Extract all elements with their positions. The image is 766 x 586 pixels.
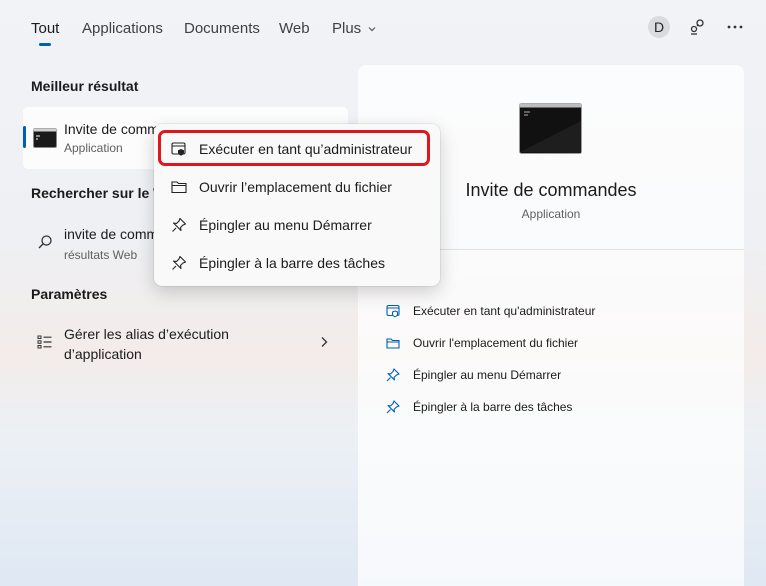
share-icon[interactable]: [686, 16, 708, 38]
command-prompt-icon: [33, 128, 57, 148]
pin-icon: [172, 217, 187, 232]
menu-item-run-as-admin[interactable]: Exécuter en tant qu’administrateur: [162, 132, 432, 166]
command-prompt-large-icon: [519, 103, 582, 154]
chevron-right-icon[interactable]: [320, 336, 328, 348]
menu-item-pin-taskbar-label: Épingler à la barre des tâches: [199, 255, 385, 271]
best-match-heading: Meilleur résultat: [31, 78, 139, 94]
best-result-subtitle: Application: [64, 141, 123, 155]
preview-open-location-label: Ouvrir l'emplacement du fichier: [413, 336, 579, 350]
shield-icon: [171, 142, 186, 156]
tab-web[interactable]: Web: [279, 20, 310, 37]
settings-heading: Paramètres: [31, 286, 108, 302]
preview-run-as-admin[interactable]: Exécuter en tant qu'administrateur: [386, 301, 595, 321]
tab-documents[interactable]: Documents: [184, 20, 260, 37]
tab-more-label: Plus: [332, 20, 362, 37]
search-icon: [38, 235, 52, 249]
preview-run-as-admin-label: Exécuter en tant qu'administrateur: [413, 304, 596, 318]
menu-item-run-as-admin-label: Exécuter en tant qu’administrateur: [199, 141, 413, 157]
pin-icon: [172, 255, 187, 270]
menu-item-open-location[interactable]: Ouvrir l’emplacement du fichier: [162, 170, 432, 204]
context-menu: Exécuter en tant qu’administrateur Ouvri…: [154, 124, 440, 286]
list-settings-icon: [37, 335, 52, 349]
pin-icon: [386, 400, 400, 414]
preview-pin-start[interactable]: Épingler au menu Démarrer: [386, 365, 561, 385]
tab-applications[interactable]: Applications: [82, 20, 163, 37]
web-result-subtitle: résultats Web: [64, 248, 138, 262]
search-web-heading: Rechercher sur le W: [31, 185, 167, 201]
shield-icon: [386, 304, 400, 318]
preview-pin-start-label: Épingler au menu Démarrer: [413, 368, 562, 382]
tab-all[interactable]: Tout: [31, 20, 59, 37]
active-tab-indicator: [39, 43, 51, 46]
best-result-title: Invite de comm: [64, 121, 159, 137]
menu-item-pin-taskbar[interactable]: Épingler à la barre des tâches: [162, 246, 432, 280]
menu-item-pin-start[interactable]: Épingler au menu Démarrer: [162, 208, 432, 242]
tab-more[interactable]: Plus: [332, 20, 377, 37]
preview-pin-taskbar[interactable]: Épingler à la barre des tâches: [386, 397, 572, 417]
chevron-down-icon: [368, 27, 376, 32]
folder-icon: [171, 181, 187, 194]
preview-pin-taskbar-label: Épingler à la barre des tâches: [413, 400, 573, 414]
preview-open-location[interactable]: Ouvrir l'emplacement du fichier: [386, 333, 578, 353]
search-tabs: Tout Applications Documents Web Plus D: [0, 0, 766, 60]
pin-icon: [386, 368, 400, 382]
menu-item-pin-start-label: Épingler au menu Démarrer: [199, 217, 372, 233]
menu-item-open-location-label: Ouvrir l’emplacement du fichier: [199, 179, 392, 195]
selection-indicator: [23, 126, 26, 148]
settings-item-line1[interactable]: Gérer les alias d’exécution: [64, 326, 229, 342]
folder-icon: [386, 338, 400, 349]
settings-item-line2[interactable]: d’application: [64, 346, 142, 362]
more-options-icon[interactable]: [724, 16, 746, 38]
web-result-title[interactable]: invite de comm: [64, 226, 158, 242]
user-avatar[interactable]: D: [648, 16, 670, 38]
